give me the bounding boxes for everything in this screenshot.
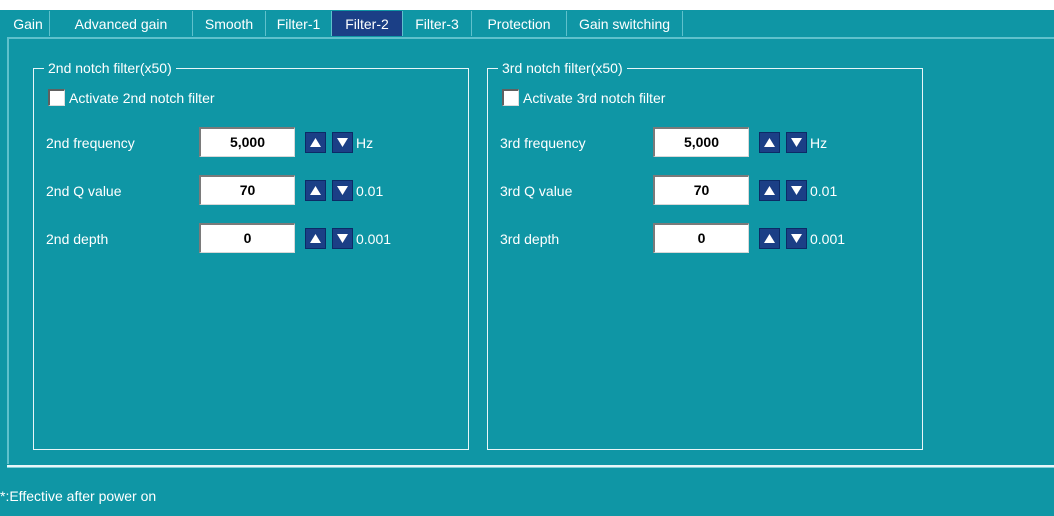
q-value-3-input[interactable]: 70: [653, 175, 749, 205]
checkbox-label: Activate 3rd notch filter: [523, 89, 666, 106]
param-label: 2nd frequency: [46, 135, 135, 151]
panel-bottom-strip: [7, 467, 1054, 479]
triangle-down-icon: [791, 186, 802, 195]
q-value-2-input[interactable]: 70: [199, 175, 295, 205]
decrement-button[interactable]: [332, 228, 353, 249]
checkbox-label: Activate 2nd notch filter: [69, 89, 215, 106]
param-label: 2nd Q value: [46, 183, 122, 199]
tab-smooth[interactable]: Smooth: [193, 11, 266, 36]
increment-button[interactable]: [305, 228, 326, 249]
param-label: 3rd depth: [500, 231, 560, 247]
increment-button[interactable]: [759, 228, 780, 249]
increment-button[interactable]: [305, 180, 326, 201]
increment-button[interactable]: [305, 132, 326, 153]
triangle-up-icon: [310, 186, 321, 195]
filter-2-panel: 2nd notch filter(x50) Activate 2nd notch…: [7, 37, 1054, 464]
tab-advanced-gain[interactable]: Advanced gain: [50, 11, 193, 36]
frequency-3-input[interactable]: 5,000: [653, 127, 749, 157]
increment-button[interactable]: [759, 180, 780, 201]
activate-2nd-notch-checkbox[interactable]: [48, 89, 65, 106]
param-label: 3rd frequency: [500, 135, 586, 151]
window-top-strip: [0, 0, 1054, 10]
unit-label: 0.001: [356, 231, 392, 247]
triangle-down-icon: [337, 138, 348, 147]
tab-bar: Gain Advanced gain Smooth Filter-1 Filte…: [7, 11, 1054, 36]
unit-label: Hz: [810, 135, 828, 151]
notch-filter-3-group: 3rd notch filter(x50) Activate 3rd notch…: [487, 59, 923, 450]
frequency-2-input[interactable]: 5,000: [199, 127, 295, 157]
decrement-button[interactable]: [786, 180, 807, 201]
decrement-button[interactable]: [786, 132, 807, 153]
triangle-down-icon: [337, 234, 348, 243]
decrement-button[interactable]: [332, 132, 353, 153]
triangle-up-icon: [764, 234, 775, 243]
group-title: 3rd notch filter(x50): [498, 59, 627, 77]
triangle-up-icon: [764, 186, 775, 195]
unit-label: Hz: [356, 135, 374, 151]
unit-label: 0.01: [356, 183, 384, 199]
tab-gain-switching[interactable]: Gain switching: [567, 11, 683, 36]
decrement-button[interactable]: [786, 228, 807, 249]
notch-filter-2-group: 2nd notch filter(x50) Activate 2nd notch…: [33, 59, 469, 450]
tab-gain[interactable]: Gain: [7, 11, 50, 36]
group-title: 2nd notch filter(x50): [44, 59, 176, 77]
triangle-up-icon: [310, 138, 321, 147]
tab-protection[interactable]: Protection: [472, 11, 567, 36]
depth-3-input[interactable]: 0: [653, 223, 749, 253]
tab-filter-2[interactable]: Filter-2: [332, 11, 403, 36]
tab-filter-1[interactable]: Filter-1: [266, 11, 332, 36]
unit-label: 0.001: [810, 231, 846, 247]
decrement-button[interactable]: [332, 180, 353, 201]
activate-2nd-notch-row[interactable]: Activate 2nd notch filter: [48, 89, 215, 106]
param-label: 2nd depth: [46, 231, 109, 247]
triangle-up-icon: [310, 234, 321, 243]
status-note: *:Effective after power on: [0, 488, 157, 504]
activate-3rd-notch-row[interactable]: Activate 3rd notch filter: [502, 89, 665, 106]
triangle-down-icon: [791, 234, 802, 243]
depth-2-input[interactable]: 0: [199, 223, 295, 253]
triangle-down-icon: [791, 138, 802, 147]
activate-3rd-notch-checkbox[interactable]: [502, 89, 519, 106]
increment-button[interactable]: [759, 132, 780, 153]
unit-label: 0.01: [810, 183, 838, 199]
tab-filter-3[interactable]: Filter-3: [403, 11, 472, 36]
param-label: 3rd Q value: [500, 183, 573, 199]
triangle-down-icon: [337, 186, 348, 195]
triangle-up-icon: [764, 138, 775, 147]
